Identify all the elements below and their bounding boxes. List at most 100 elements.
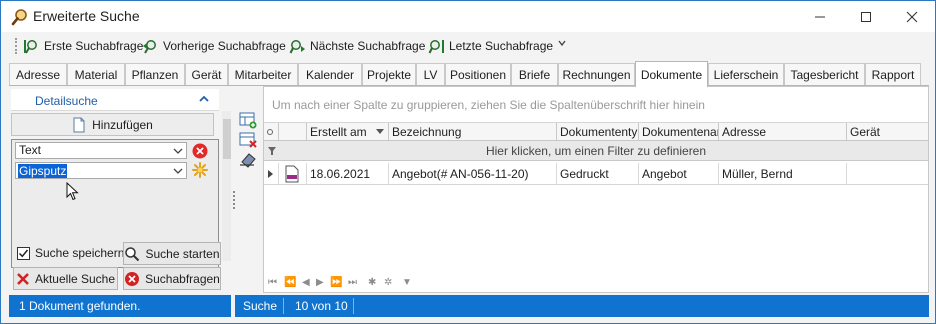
nav-next-page-icon[interactable]: ⏩ [330, 277, 342, 288]
maximize-button[interactable] [843, 1, 889, 32]
tab-rechnungen[interactable]: Rechnungen [558, 63, 635, 86]
cell-created[interactable]: 18.06.2021 [306, 163, 388, 185]
start-search-label: Suche starten [145, 246, 220, 261]
minimize-icon [815, 16, 825, 17]
column-header-name[interactable]: Bezeichnung [388, 123, 556, 141]
first-query-icon [24, 39, 37, 54]
mouse-cursor-icon [66, 182, 79, 201]
chevron-up-icon[interactable] [197, 92, 211, 106]
start-search-button[interactable]: Suche starten [123, 242, 221, 265]
nav-prev-page-icon[interactable]: ⏪ [284, 277, 296, 288]
sort-descending-icon [376, 129, 384, 134]
nav-next-icon[interactable]: ▶ [316, 277, 324, 288]
nav-filter-icon[interactable]: ▼ [402, 277, 412, 288]
cell-doctype[interactable]: Gedruckt [556, 163, 638, 185]
field-dropdown-button[interactable] [171, 144, 185, 157]
group-by-panel[interactable]: Um nach einer Spalte zu gruppieren, zieh… [264, 87, 928, 123]
tab-rapport[interactable]: Rapport [865, 63, 921, 86]
tab-mitarbeiter[interactable]: Mitarbeiter [228, 63, 298, 86]
filter-row[interactable]: Hier klicken, um einen Filter zu definie… [264, 141, 928, 161]
tab-material[interactable]: Material [67, 63, 125, 86]
nav-first-icon[interactable]: ⏮ [268, 277, 277, 288]
documents-grid: Um nach einer Spalte zu gruppieren, zieh… [263, 86, 929, 293]
search-value-input[interactable]: Gipsputz [15, 162, 187, 179]
column-header-device[interactable]: Gerät [846, 123, 928, 141]
clear-current-search-button[interactable]: Aktuelle Suche [13, 267, 118, 290]
save-search-label: Suche speichern [35, 246, 125, 260]
gear-icon [267, 129, 273, 135]
column-header-address[interactable]: Adresse [718, 123, 846, 141]
tab-lieferschein[interactable]: Lieferschein [708, 63, 784, 86]
tab-adresse[interactable]: Adresse [9, 63, 67, 86]
icon-column-header[interactable] [278, 123, 306, 141]
tab-positionen[interactable]: Positionen [445, 63, 511, 86]
grid-navigator: ⏮ ⏪ ◀ ▶ ⏩ ⏭ ✱ ✲ ▼ [264, 275, 928, 293]
row-indicator-header[interactable] [264, 123, 278, 141]
tab-projekte[interactable]: Projekte [362, 63, 416, 86]
checkbox-checked-icon[interactable] [17, 246, 30, 260]
add-column-icon[interactable] [239, 111, 257, 129]
delete-column-icon[interactable] [239, 131, 257, 149]
minimize-button[interactable] [797, 1, 843, 32]
previous-query-button[interactable]: Vorherige Suchabfrage [142, 36, 286, 56]
nav-prev-icon[interactable]: ◀ [302, 277, 310, 288]
next-query-button[interactable]: Nächste Suchabfrage [289, 36, 425, 56]
nav-append-copy-icon[interactable]: ✲ [384, 277, 392, 288]
clear-current-search-label: Aktuelle Suche [34, 271, 116, 286]
grid-status-bar: Suche 10 von 10 [235, 295, 929, 317]
tab-kalender[interactable]: Kalender [298, 63, 362, 86]
tab-pflanzen[interactable]: Pflanzen [125, 63, 185, 86]
next-query-label: Nächste Suchabfrage [310, 39, 426, 53]
field-select[interactable]: Text [15, 142, 187, 159]
column-header-created[interactable]: Erstellt am [306, 123, 388, 141]
previous-query-icon [143, 39, 156, 54]
pdf-document-icon [285, 165, 299, 183]
filter-hint: Hier klicken, um einen Filter zu definie… [485, 144, 707, 158]
document-type-cell[interactable] [278, 163, 306, 185]
last-query-button[interactable]: Letzte Suchabfrage [428, 36, 553, 56]
value-dropdown-button[interactable] [171, 164, 185, 177]
detail-search-header[interactable]: Detailsuche [11, 89, 219, 111]
search-queries-button[interactable]: Suchabfragen [123, 267, 221, 290]
chevron-down-icon [558, 40, 566, 47]
first-query-button[interactable]: Erste Suchabfrage [23, 36, 143, 56]
magnifier-icon [11, 9, 27, 26]
save-search-checkbox[interactable]: Suche speichern [17, 246, 124, 260]
nav-append-icon[interactable]: ✱ [368, 277, 376, 288]
cell-docart[interactable]: Angebot [638, 163, 718, 185]
cell-address[interactable]: Müller, Bernd [718, 163, 846, 185]
remove-criterion-icon[interactable] [191, 142, 209, 160]
tab-dokumente[interactable]: Dokumente [635, 61, 708, 87]
field-select-value: Text [19, 143, 42, 157]
status-separator [283, 298, 284, 314]
cell-device[interactable] [846, 163, 928, 185]
nav-last-icon[interactable]: ⏭ [348, 277, 357, 288]
criteria-scrollbar[interactable] [222, 111, 231, 261]
toolbar-overflow-button[interactable] [557, 38, 567, 51]
tab-tagesbericht[interactable]: Tagesbericht [784, 63, 865, 86]
tab-geraet[interactable]: Gerät [185, 63, 228, 86]
row-indicator[interactable] [264, 163, 278, 185]
eraser-icon[interactable] [239, 151, 257, 169]
add-criterion-button[interactable]: Hinzufügen [11, 113, 214, 136]
search-queries-label: Suchabfragen [145, 271, 220, 286]
grid-side-toolbar [237, 111, 259, 171]
wildcard-star-icon[interactable] [191, 161, 209, 179]
panel-splitter[interactable] [233, 191, 236, 209]
scrollbar-thumb[interactable] [223, 119, 231, 159]
tab-lv[interactable]: LV [416, 63, 445, 86]
grid-header-row: Erstellt am Bezeichnung Dokumententyp Do… [264, 123, 928, 141]
result-status: 1 Dokument gefunden. [9, 295, 231, 317]
table-row[interactable]: 18.06.2021 Angebot(# AN-056-11-20) Gedru… [264, 163, 928, 185]
tab-briefe[interactable]: Briefe [511, 63, 558, 86]
column-header-docart[interactable]: Dokumentenart [638, 123, 718, 141]
chevron-down-icon [173, 148, 183, 154]
close-button[interactable] [889, 1, 935, 32]
remove-circle-icon [125, 271, 140, 286]
cell-name[interactable]: Angebot(# AN-056-11-20) [388, 163, 556, 185]
first-query-label: Erste Suchabfrage [44, 39, 144, 53]
toolbar-grip[interactable] [15, 38, 18, 54]
detail-search-panel: Detailsuche Hinzufügen Text Gipsputz Suc… [9, 86, 231, 293]
chevron-down-icon [173, 168, 183, 174]
column-header-doctype[interactable]: Dokumententyp [556, 123, 638, 141]
